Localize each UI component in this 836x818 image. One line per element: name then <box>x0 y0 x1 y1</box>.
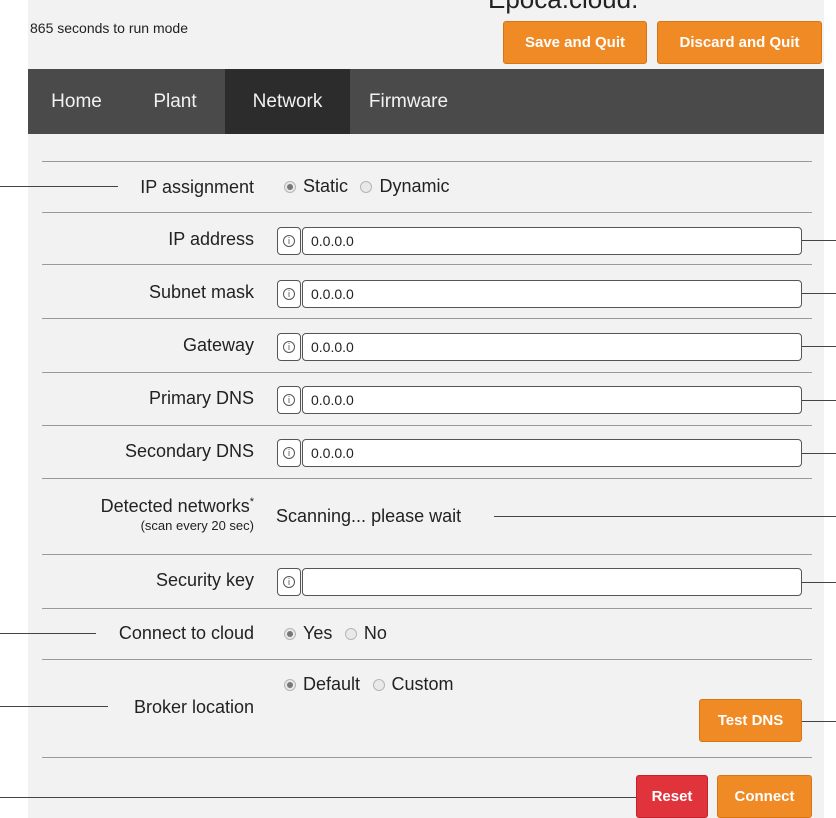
countdown-text: 865 seconds to run mode <box>30 20 188 36</box>
secondary-dns-input[interactable] <box>302 439 802 467</box>
radio-default-label: Default <box>303 674 361 694</box>
callout-line <box>802 400 836 401</box>
page-title-clipped: Epoca.cloud. <box>488 0 638 15</box>
callout-line <box>0 797 636 798</box>
subnet-mask-input[interactable] <box>302 280 802 308</box>
divider <box>42 659 812 660</box>
tab-network[interactable]: Network <box>225 69 350 134</box>
callout-line <box>0 633 96 634</box>
radio-static-label: Static <box>303 176 349 196</box>
broker-location-label: Broker location <box>131 697 254 718</box>
ip-assignment-label: IP assignment <box>140 177 254 197</box>
divider <box>42 212 812 213</box>
info-icon[interactable]: i <box>277 386 301 414</box>
divider <box>42 425 812 426</box>
callout-line <box>802 293 836 294</box>
detected-networks-title: Detected networks <box>100 496 250 516</box>
radio-yes-label: Yes <box>303 623 333 643</box>
connect-cloud-label: Connect to cloud <box>116 623 254 644</box>
info-icon[interactable]: i <box>277 280 301 308</box>
callout-line <box>802 721 836 722</box>
info-icon[interactable]: i <box>277 439 301 467</box>
save-and-quit-button[interactable]: Save and Quit <box>503 21 647 64</box>
info-icon[interactable]: i <box>277 333 301 361</box>
nav-bar: Home Plant Network Firmware <box>28 69 824 134</box>
radio-default[interactable] <box>284 678 296 691</box>
info-icon[interactable]: i <box>277 227 301 255</box>
gateway-input[interactable] <box>302 333 802 361</box>
divider <box>42 608 812 609</box>
security-key-input[interactable] <box>302 568 802 596</box>
scan-interval-note: (scan every 20 sec) <box>140 518 254 533</box>
reset-button[interactable]: Reset <box>636 775 708 818</box>
radio-no-label: No <box>363 623 387 643</box>
callout-line <box>802 240 836 241</box>
radio-dynamic-label: Dynamic <box>379 176 450 196</box>
radio-dynamic[interactable] <box>360 180 373 193</box>
divider <box>42 757 812 758</box>
secondary-dns-label: Secondary DNS <box>124 441 254 461</box>
primary-dns-input[interactable] <box>302 386 802 414</box>
info-icon[interactable]: i <box>277 568 301 596</box>
callout-line <box>0 706 108 707</box>
gateway-label: Gateway <box>182 335 254 355</box>
asterisk: * <box>249 496 254 508</box>
tab-home[interactable]: Home <box>28 69 125 134</box>
ip-address-label: IP address <box>168 229 254 249</box>
security-key-label: Security key <box>155 570 254 590</box>
ip-assignment-radio-group: Static Dynamic <box>284 176 458 197</box>
subnet-mask-label: Subnet mask <box>148 282 254 302</box>
connect-cloud-radio-group: Yes No <box>284 623 395 644</box>
radio-custom-label: Custom <box>391 674 454 694</box>
primary-dns-label: Primary DNS <box>148 388 254 408</box>
detected-networks-label: Detected networks* (scan every 20 sec) <box>101 492 254 536</box>
divider <box>42 264 812 265</box>
ip-address-input[interactable] <box>302 227 802 255</box>
tab-firmware[interactable]: Firmware <box>350 69 467 134</box>
callout-line <box>494 516 836 517</box>
connect-button[interactable]: Connect <box>717 775 812 818</box>
callout-line <box>802 346 836 347</box>
callout-line <box>802 453 836 454</box>
divider <box>42 318 812 319</box>
radio-custom[interactable] <box>372 678 385 691</box>
broker-location-radio-group: Default Custom <box>284 674 462 695</box>
divider <box>42 554 812 555</box>
discard-and-quit-button[interactable]: Discard and Quit <box>657 21 822 64</box>
callout-line <box>802 582 836 583</box>
radio-no[interactable] <box>344 627 357 640</box>
callout-line <box>0 186 118 187</box>
tab-plant[interactable]: Plant <box>125 69 225 134</box>
divider <box>42 372 812 373</box>
radio-static[interactable] <box>284 180 296 193</box>
radio-yes[interactable] <box>284 627 296 640</box>
divider <box>42 478 812 479</box>
divider <box>42 161 812 162</box>
scanning-status: Scanning... please wait <box>276 506 464 527</box>
test-dns-button[interactable]: Test DNS <box>699 699 802 742</box>
